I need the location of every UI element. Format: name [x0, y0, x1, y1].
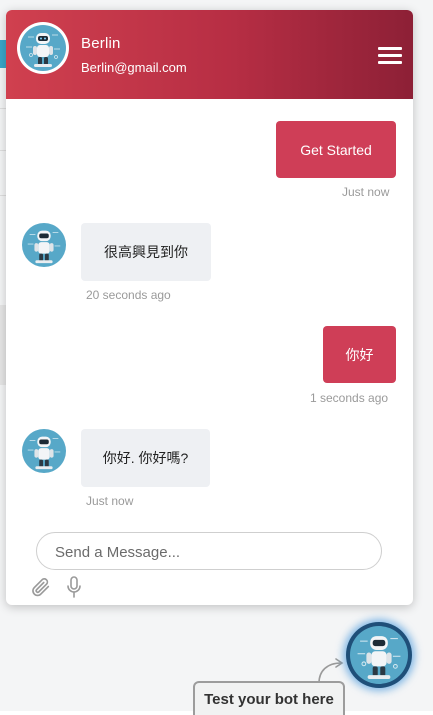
paperclip-icon[interactable]: [30, 576, 52, 598]
bot-message-bubble: 很高興見到你: [81, 223, 211, 281]
user-message-bubble: Get Started: [276, 121, 396, 178]
contact-email: Berlin@gmail.com: [81, 60, 187, 75]
hamburger-menu-icon[interactable]: [378, 47, 402, 65]
robot-avatar-icon: [350, 626, 408, 684]
user-message-bubble: 你好: [323, 326, 396, 383]
message-timestamp: Just now: [86, 494, 134, 508]
microphone-icon[interactable]: [66, 576, 82, 598]
bot-message-bubble: 你好. 你好嗎?: [81, 429, 210, 487]
contact-name: Berlin: [81, 35, 121, 52]
bot-avatar: [17, 22, 69, 74]
bot-test-tooltip: Test your bot here: [193, 681, 345, 715]
robot-avatar-icon: [20, 25, 66, 71]
chat-widget: Berlin Berlin@gmail.com Get Started Just…: [6, 10, 413, 605]
chat-launcher-button[interactable]: [346, 622, 412, 688]
robot-avatar-icon: [22, 429, 66, 473]
message-input[interactable]: [53, 533, 375, 571]
message-timestamp: 20 seconds ago: [86, 288, 171, 302]
message-timestamp: Just now: [342, 185, 390, 199]
message-timestamp: 1 seconds ago: [310, 391, 389, 405]
message-input-container: [36, 532, 382, 571]
chat-header: Berlin Berlin@gmail.com: [6, 10, 413, 99]
robot-avatar-icon: [22, 223, 66, 267]
